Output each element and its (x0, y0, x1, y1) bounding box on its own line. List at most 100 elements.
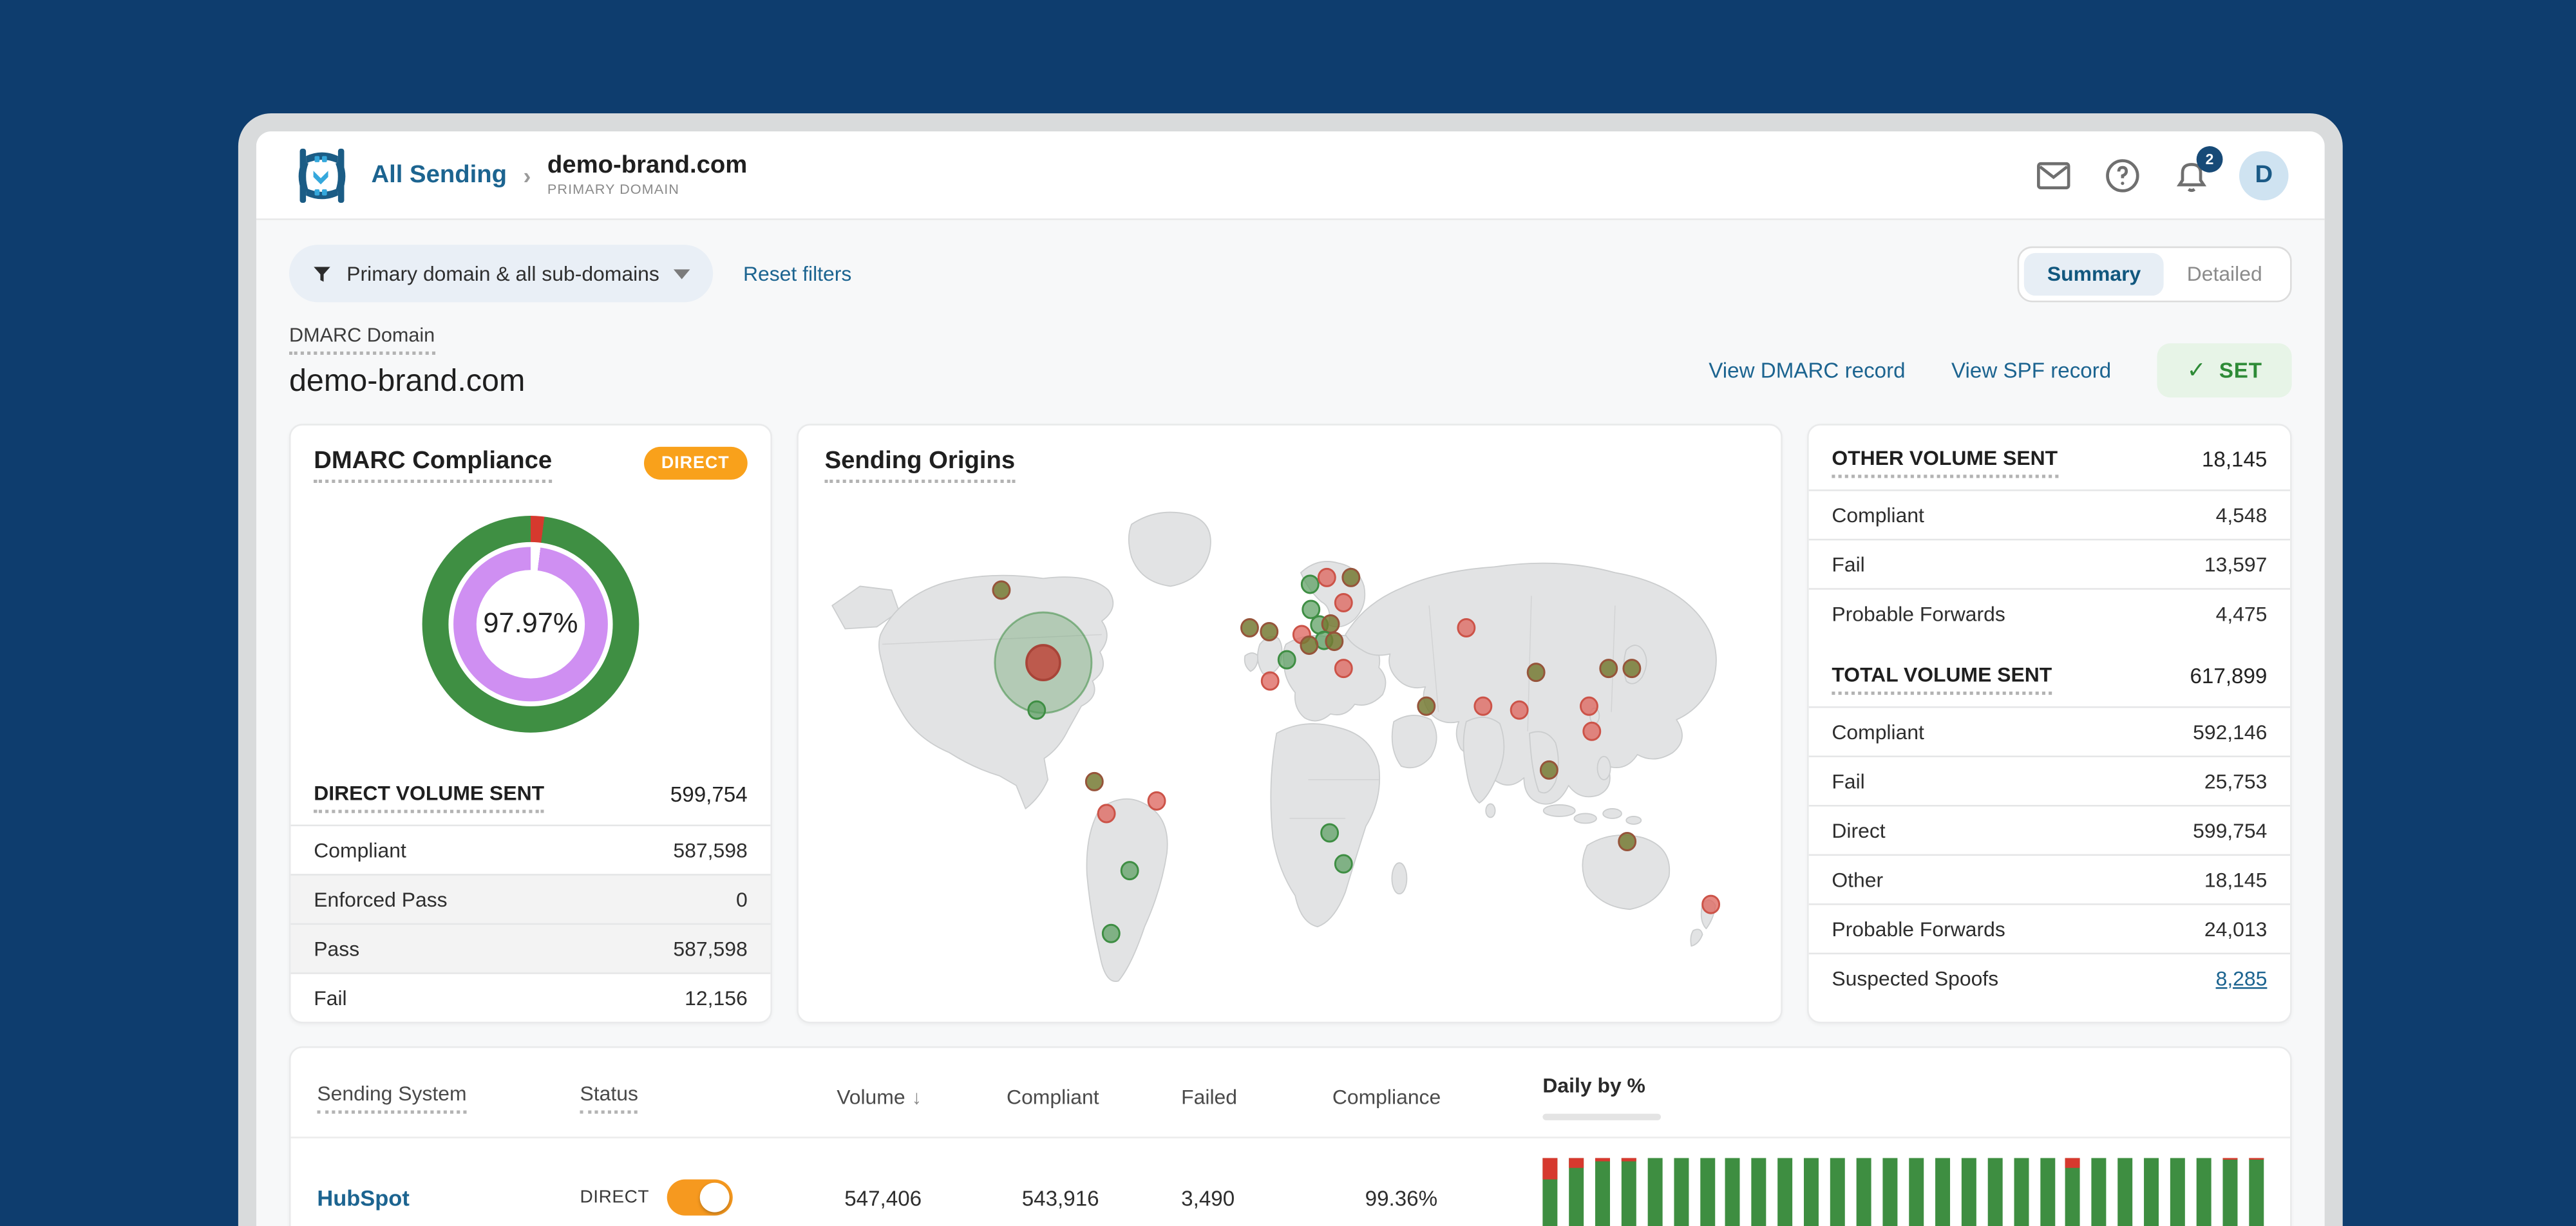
origin-dot (1325, 632, 1344, 652)
col-daily-by-pct[interactable]: Daily by % (1542, 1074, 2264, 1120)
tab-detailed[interactable]: Detailed (2164, 252, 2285, 295)
row-value: 25,753 (2204, 769, 2268, 793)
col-compliant[interactable]: Compliant (994, 1086, 1181, 1109)
origin-dot (1120, 861, 1139, 881)
daily-bar (1856, 1158, 1871, 1226)
sort-desc-icon: ↓ (911, 1086, 922, 1109)
direct-volume-header: DIRECT VOLUME SENT 599,754 (291, 766, 771, 825)
reset-filters-link[interactable]: Reset filters (743, 262, 851, 285)
hubspot-link[interactable]: HubSpot (317, 1185, 580, 1210)
breadcrumb-all-sending[interactable]: All Sending (372, 161, 507, 189)
checkmark-icon: ✓ (2186, 356, 2206, 383)
origin-dot (1097, 804, 1116, 824)
daily-bar (1777, 1158, 1793, 1226)
total-row-suspected-spoofs: Suspected Spoofs 8,285 (1808, 952, 2291, 1003)
origin-dot (1622, 659, 1642, 679)
origin-dot (1334, 854, 1353, 874)
daily-bar (2144, 1158, 2159, 1226)
origin-dot (1240, 618, 1259, 638)
chevron-down-icon (674, 269, 691, 279)
origin-dot (1334, 592, 1353, 612)
row-value: 592,146 (2193, 720, 2268, 744)
view-spf-record-link[interactable]: View SPF record (1951, 358, 2111, 382)
col-failed[interactable]: Failed (1181, 1086, 1332, 1109)
daily-tab-underline (1542, 1113, 1662, 1120)
daily-bar (1569, 1158, 1584, 1226)
row-label: Probable Forwards (1832, 601, 2005, 625)
origin-dot (1618, 831, 1637, 852)
hubspot-enabled-toggle[interactable] (667, 1179, 734, 1216)
other-row-compliant: Compliant 4,548 (1808, 489, 2291, 539)
daily-bar (1700, 1158, 1715, 1226)
row-value: 12,156 (685, 986, 748, 1010)
dmarc-domain-name: demo-brand.com (289, 364, 526, 399)
daily-bar (1830, 1158, 1846, 1226)
app-window: All Sending › demo-brand.com PRIMARY DOM… (238, 113, 2343, 1226)
origin-dot (1302, 599, 1321, 619)
origin-dot (1510, 700, 1529, 720)
user-avatar[interactable]: D (2239, 150, 2289, 200)
daily-bar (1961, 1158, 1976, 1226)
origin-dot (1341, 567, 1361, 587)
total-row-compliant: Compliant 592,146 (1808, 706, 2291, 756)
daily-bar (2013, 1158, 2029, 1226)
daily-bar (1595, 1158, 1610, 1226)
origin-dot (1580, 696, 1598, 716)
col-volume[interactable]: Volume ↓ (810, 1086, 994, 1109)
hubspot-compliant: 543,916 (1021, 1185, 1099, 1210)
help-icon[interactable] (2105, 157, 2141, 193)
total-row-other: Other 18,145 (1808, 854, 2291, 904)
origin-dot (1027, 700, 1046, 720)
hubspot-failed: 3,490 (1181, 1185, 1235, 1210)
daily-bar (1935, 1158, 1950, 1226)
domain-filter-dropdown[interactable]: Primary domain & all sub-domains (289, 245, 714, 303)
mail-icon[interactable] (2036, 157, 2072, 193)
daily-bar (1987, 1158, 2002, 1226)
view-dmarc-record-link[interactable]: View DMARC record (1709, 358, 1905, 382)
origin-dot (1300, 636, 1319, 655)
col-compliance[interactable]: Compliance (1332, 1086, 1543, 1109)
row-value: 18,145 (2204, 868, 2268, 891)
row-label: Suspected Spoofs (1832, 967, 1999, 990)
total-row-direct: Direct 599,754 (1808, 804, 2291, 854)
total-row-probable-forwards: Probable Forwards 24,013 (1808, 903, 2291, 953)
origin-dot (1317, 567, 1336, 587)
sending-systems-table: Sending System Status Volume ↓ Compliant … (289, 1046, 2292, 1226)
tab-summary[interactable]: Summary (2024, 252, 2164, 295)
map-continents (831, 511, 1717, 982)
notification-count-badge: 2 (2196, 145, 2223, 172)
origin-dot (1025, 644, 1061, 682)
daily-bar (2065, 1158, 2081, 1226)
origins-card-title: Sending Origins (824, 447, 1016, 483)
row-value: 13,597 (2204, 552, 2268, 576)
direct-volume-value: 599,754 (670, 782, 748, 807)
sending-origins-card: Sending Origins (797, 424, 1783, 1024)
status-direct-label: DIRECT (580, 1187, 650, 1207)
other-row-fail: Fail 13,597 (1808, 538, 2291, 589)
direct-volume-label: DIRECT VOLUME SENT (314, 782, 545, 813)
daily-bars (1542, 1158, 2264, 1226)
other-volume-label: OTHER VOLUME SENT (1832, 447, 2058, 478)
suspected-spoofs-link[interactable]: 8,285 (2216, 967, 2268, 990)
daily-bar (2222, 1158, 2238, 1226)
origin-dot (1300, 574, 1320, 594)
stat-row-pass: Pass 587,598 (290, 923, 771, 973)
filter-row: Primary domain & all sub-domains Reset f… (289, 245, 2292, 303)
daily-bar (2249, 1158, 2264, 1226)
origin-dot (1260, 622, 1279, 642)
stat-row-compliant: Compliant 587,598 (290, 824, 771, 874)
domain-section: DMARC Domain demo-brand.com View DMARC r… (289, 320, 2292, 401)
origin-dot (1539, 760, 1558, 780)
origin-dot (1101, 923, 1121, 943)
origin-dot (1457, 618, 1476, 638)
dmarc-set-button[interactable]: ✓ SET (2157, 343, 2292, 398)
row-label: Direct (1832, 818, 1886, 842)
notifications-bell-icon[interactable]: 2 (2174, 145, 2223, 193)
col-sending-system[interactable]: Sending System (317, 1082, 467, 1113)
screenshot-stage: All Sending › demo-brand.com PRIMARY DOM… (0, 0, 2576, 1226)
origin-dot (1599, 659, 1618, 679)
hubspot-compliance: 99.36% (1365, 1185, 1438, 1210)
col-status[interactable]: Status (580, 1082, 638, 1113)
dmarcian-logo (298, 147, 346, 202)
daily-bar (1752, 1158, 1767, 1226)
